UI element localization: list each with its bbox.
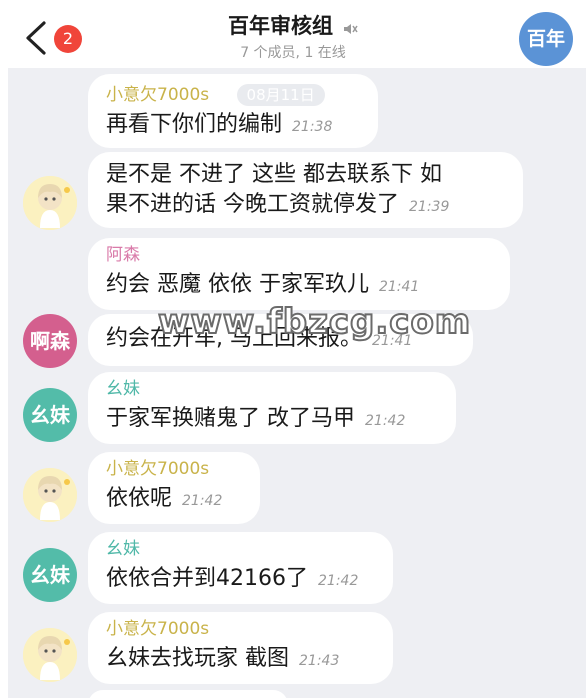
message-bubble[interactable]: 小意欠7000s 08月11日 再看下你们的编制 21:38	[88, 74, 378, 148]
message-text: 依依呢	[106, 486, 173, 511]
chat-title: 百年审核组	[227, 14, 333, 38]
message-bubble[interactable]: 是不是 不进了 这些 都去联系下 如 果不进的话 今晚工资就停发了 21:39	[88, 152, 523, 228]
message-text: 约会 恶魔 依依 于家军玖儿	[106, 272, 369, 297]
anime-avatar-icon	[23, 468, 77, 522]
watermark: www.fbzcg.com	[157, 301, 472, 343]
message-text: 依依合并到42166了	[106, 566, 308, 591]
message-text: 于家军换赌鬼了 改了马甲	[106, 406, 355, 431]
avatar[interactable]	[23, 628, 77, 682]
chat-header: 2 百年审核组 7 个成员, 1 在线 百年	[0, 0, 586, 68]
sender-name[interactable]: 阿森	[106, 244, 492, 266]
message-bubble-partial[interactable]	[88, 690, 288, 698]
sender-name[interactable]: 小意欠7000s	[106, 458, 242, 480]
message-bubble[interactable]: 阿森 约会 恶魔 依依 于家军玖儿 21:41	[88, 238, 510, 310]
message-list[interactable]: 小意欠7000s 08月11日 再看下你们的编制 21:38 是不是 不进了 这些…	[8, 68, 586, 698]
message-time: 21:39	[409, 199, 450, 215]
sender-name[interactable]: 幺妹	[106, 538, 375, 560]
message-time: 21:42	[182, 493, 223, 509]
sender-name[interactable]: 幺妹	[106, 378, 438, 400]
message-text: 幺妹去找玩家 截图	[106, 646, 289, 671]
avatar[interactable]: 啊森	[23, 314, 77, 368]
message-text: 果不进的话 今晚工资就停发了	[106, 192, 399, 217]
message-bubble[interactable]: 小意欠7000s 幺妹去找玩家 截图 21:43	[88, 612, 393, 684]
message-time: 21:42	[318, 573, 359, 589]
member-count: 7 个成员, 1 在线	[240, 45, 346, 61]
avatar[interactable]: 幺妹	[23, 548, 77, 602]
message-bubble[interactable]: 幺妹 于家军换赌鬼了 改了马甲 21:42	[88, 372, 456, 444]
avatar[interactable]: 幺妹	[23, 388, 77, 442]
anime-avatar-icon	[23, 628, 77, 682]
avatar[interactable]	[23, 468, 77, 522]
sender-name[interactable]: 小意欠7000s	[106, 618, 375, 640]
avatar[interactable]	[23, 176, 77, 230]
group-avatar[interactable]: 百年	[519, 12, 573, 66]
mute-icon	[344, 23, 358, 34]
message-text: 再看下你们的编制	[106, 112, 283, 137]
date-separator: 08月11日	[236, 84, 325, 106]
sender-name[interactable]: 小意欠7000s	[106, 85, 209, 105]
message-time: 21:42	[365, 413, 406, 429]
message-text: 是不是 不进了 这些 都去联系下 如	[106, 162, 442, 187]
anime-avatar-icon	[23, 176, 77, 230]
message-time: 21:38	[292, 119, 333, 135]
message-time: 21:43	[299, 653, 340, 669]
message-bubble[interactable]: 幺妹 依依合并到42166了 21:42	[88, 532, 393, 604]
message-bubble[interactable]: 小意欠7000s 依依呢 21:42	[88, 452, 260, 524]
message-time: 21:41	[378, 279, 420, 295]
